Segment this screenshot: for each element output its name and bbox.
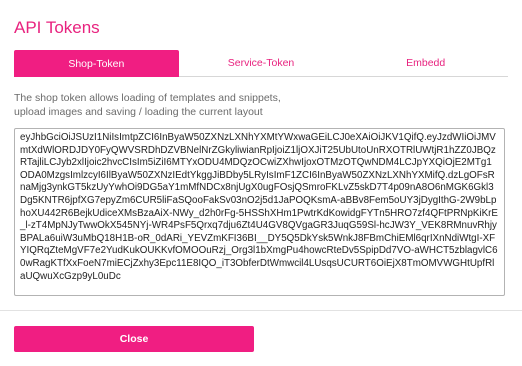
tab-service-token[interactable]: Service-Token (178, 50, 344, 76)
tab-shop-token[interactable]: Shop-Token (14, 50, 179, 77)
footer-divider (0, 310, 522, 311)
shop-token-description: The shop token allows loading of templat… (14, 92, 281, 118)
token-tabs: Shop-Token Service-Token Embedd (14, 50, 509, 77)
dialog-title: API Tokens (14, 18, 100, 37)
api-tokens-dialog: API Tokens Shop-Token Service-Token Embe… (0, 0, 522, 366)
shop-token-textarea[interactable]: eyJhbGciOiJSUzI1NiIsImtpZCI6InByaW50ZXNz… (14, 128, 505, 296)
tab-embedd[interactable]: Embedd (343, 50, 509, 76)
close-button[interactable]: Close (14, 326, 254, 352)
